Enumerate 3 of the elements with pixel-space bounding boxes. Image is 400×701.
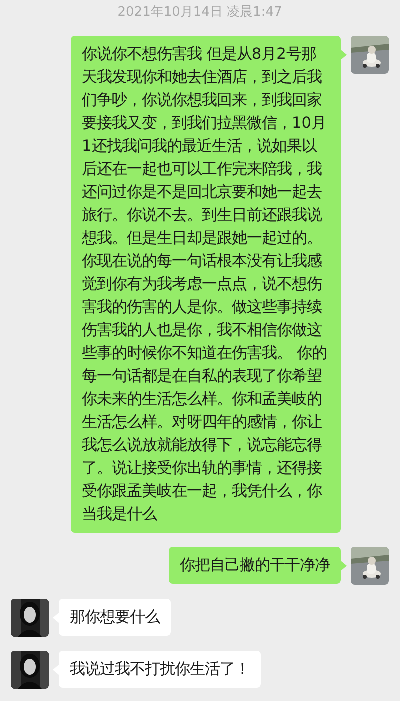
bubble-tail-icon	[341, 50, 347, 60]
timestamp: 2021年10月14日 凌晨1:47	[116, 4, 284, 22]
bubble-tail-icon	[341, 561, 347, 571]
